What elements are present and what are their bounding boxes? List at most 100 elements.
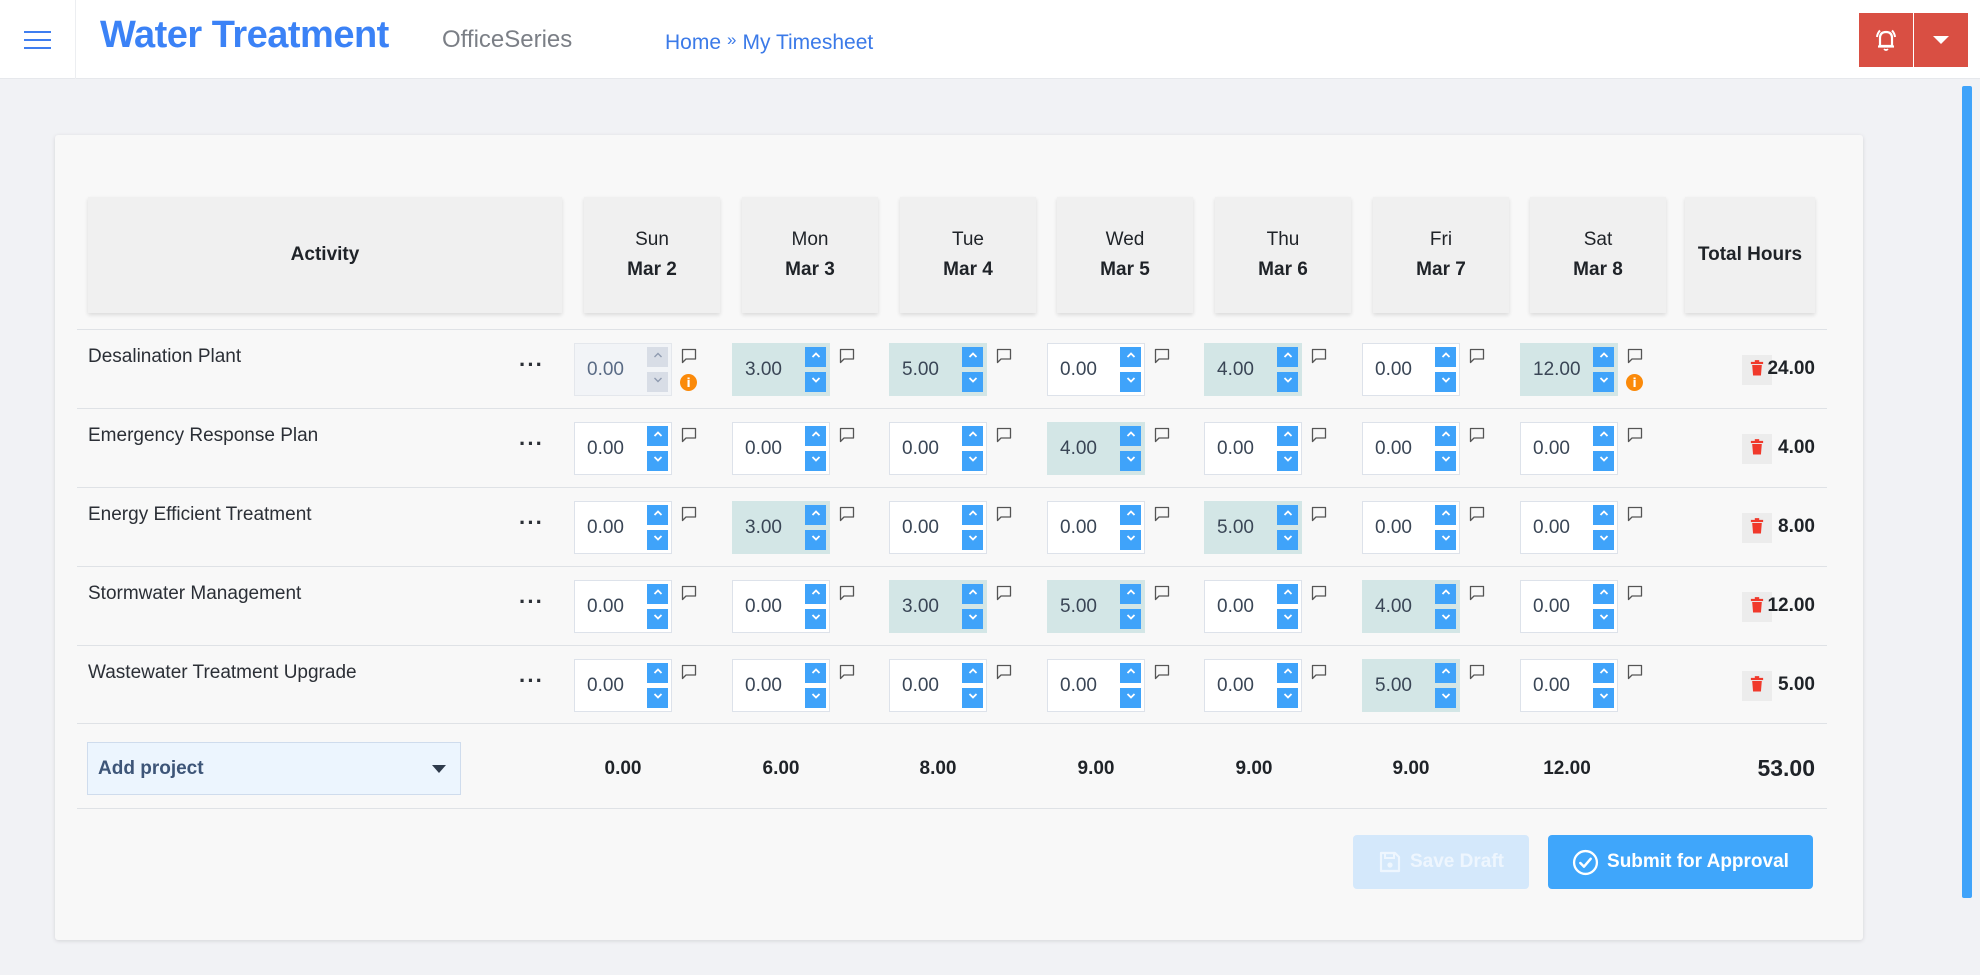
increment-button[interactable]	[1435, 584, 1456, 604]
decrement-button[interactable]	[1435, 688, 1456, 708]
hours-input[interactable]	[1521, 502, 1591, 553]
decrement-button[interactable]	[1120, 688, 1141, 708]
decrement-button[interactable]	[1120, 372, 1141, 392]
increment-button[interactable]	[1593, 663, 1614, 683]
increment-button[interactable]	[805, 347, 826, 367]
decrement-button[interactable]	[1277, 609, 1298, 629]
hours-input[interactable]	[890, 660, 960, 711]
hours-input[interactable]	[733, 660, 803, 711]
increment-button[interactable]	[647, 584, 668, 604]
comment-icon[interactable]	[681, 348, 697, 364]
comment-icon[interactable]	[1469, 585, 1485, 601]
decrement-button[interactable]	[1435, 609, 1456, 629]
comment-icon[interactable]	[839, 506, 855, 522]
delete-row-button[interactable]	[1742, 434, 1772, 464]
decrement-button[interactable]	[805, 609, 826, 629]
increment-button[interactable]	[1435, 505, 1456, 525]
info-icon[interactable]: i	[680, 374, 697, 391]
increment-button[interactable]	[1277, 505, 1298, 525]
increment-button[interactable]	[1120, 663, 1141, 683]
increment-button[interactable]	[805, 505, 826, 525]
comment-icon[interactable]	[996, 348, 1012, 364]
comment-icon[interactable]	[1469, 664, 1485, 680]
breadcrumb-my-timesheet[interactable]: My Timesheet	[743, 31, 874, 55]
hours-input[interactable]	[1521, 660, 1591, 711]
row-more-options-icon[interactable]: ···	[519, 352, 544, 378]
increment-button[interactable]	[647, 505, 668, 525]
hours-input[interactable]	[1205, 502, 1275, 553]
hours-input[interactable]	[1363, 502, 1433, 553]
decrement-button[interactable]	[647, 688, 668, 708]
notifications-button[interactable]	[1859, 13, 1913, 67]
comment-icon[interactable]	[1154, 427, 1170, 443]
decrement-button[interactable]	[1435, 451, 1456, 471]
comment-icon[interactable]	[1627, 427, 1643, 443]
submit-for-approval-button[interactable]: Submit for Approval	[1548, 835, 1813, 889]
decrement-button[interactable]	[1435, 372, 1456, 392]
hours-input[interactable]	[890, 423, 960, 474]
comment-icon[interactable]	[1311, 664, 1327, 680]
hours-input[interactable]	[1363, 344, 1433, 395]
decrement-button[interactable]	[1593, 609, 1614, 629]
decrement-button[interactable]	[1120, 451, 1141, 471]
decrement-button[interactable]	[805, 451, 826, 471]
comment-icon[interactable]	[996, 506, 1012, 522]
comment-icon[interactable]	[839, 585, 855, 601]
comment-icon[interactable]	[996, 585, 1012, 601]
decrement-button[interactable]	[1593, 451, 1614, 471]
decrement-button[interactable]	[1277, 688, 1298, 708]
decrement-button[interactable]	[647, 530, 668, 550]
decrement-button[interactable]	[1593, 530, 1614, 550]
hours-input[interactable]	[1205, 423, 1275, 474]
comment-icon[interactable]	[996, 427, 1012, 443]
hours-input[interactable]	[733, 502, 803, 553]
comment-icon[interactable]	[1311, 585, 1327, 601]
increment-button[interactable]	[1435, 663, 1456, 683]
hours-input[interactable]	[575, 660, 645, 711]
comment-icon[interactable]	[1311, 506, 1327, 522]
row-more-options-icon[interactable]: ···	[519, 431, 544, 457]
hours-input[interactable]	[1205, 344, 1275, 395]
decrement-button[interactable]	[805, 688, 826, 708]
comment-icon[interactable]	[1627, 585, 1643, 601]
comment-icon[interactable]	[1469, 506, 1485, 522]
decrement-button[interactable]	[1120, 609, 1141, 629]
decrement-button[interactable]	[1277, 451, 1298, 471]
comment-icon[interactable]	[1627, 664, 1643, 680]
comment-icon[interactable]	[1469, 348, 1485, 364]
hours-input[interactable]	[1521, 581, 1591, 632]
hours-input[interactable]	[733, 581, 803, 632]
increment-button[interactable]	[805, 426, 826, 446]
comment-icon[interactable]	[1154, 506, 1170, 522]
comment-icon[interactable]	[681, 664, 697, 680]
hours-input[interactable]	[575, 502, 645, 553]
decrement-button[interactable]	[1593, 688, 1614, 708]
save-draft-button[interactable]: Save Draft	[1353, 835, 1529, 889]
comment-icon[interactable]	[1154, 585, 1170, 601]
hours-input[interactable]	[1205, 660, 1275, 711]
decrement-button[interactable]	[962, 609, 983, 629]
increment-button[interactable]	[647, 663, 668, 683]
comment-icon[interactable]	[681, 585, 697, 601]
row-more-options-icon[interactable]: ···	[519, 589, 544, 615]
increment-button[interactable]	[1593, 426, 1614, 446]
hours-input[interactable]	[1048, 502, 1118, 553]
increment-button[interactable]	[1277, 584, 1298, 604]
comment-icon[interactable]	[681, 427, 697, 443]
increment-button[interactable]	[1277, 663, 1298, 683]
hours-input[interactable]	[575, 344, 645, 395]
decrement-button[interactable]	[962, 372, 983, 392]
delete-row-button[interactable]	[1742, 671, 1772, 701]
comment-icon[interactable]	[1154, 664, 1170, 680]
hours-input[interactable]	[575, 581, 645, 632]
decrement-button[interactable]	[647, 609, 668, 629]
decrement-button[interactable]	[1120, 530, 1141, 550]
hours-input[interactable]	[1048, 344, 1118, 395]
hours-input[interactable]	[1363, 423, 1433, 474]
decrement-button[interactable]	[962, 688, 983, 708]
comment-icon[interactable]	[1154, 348, 1170, 364]
decrement-button[interactable]	[962, 451, 983, 471]
hours-input[interactable]	[1048, 660, 1118, 711]
delete-row-button[interactable]	[1742, 513, 1772, 543]
comment-icon[interactable]	[839, 664, 855, 680]
